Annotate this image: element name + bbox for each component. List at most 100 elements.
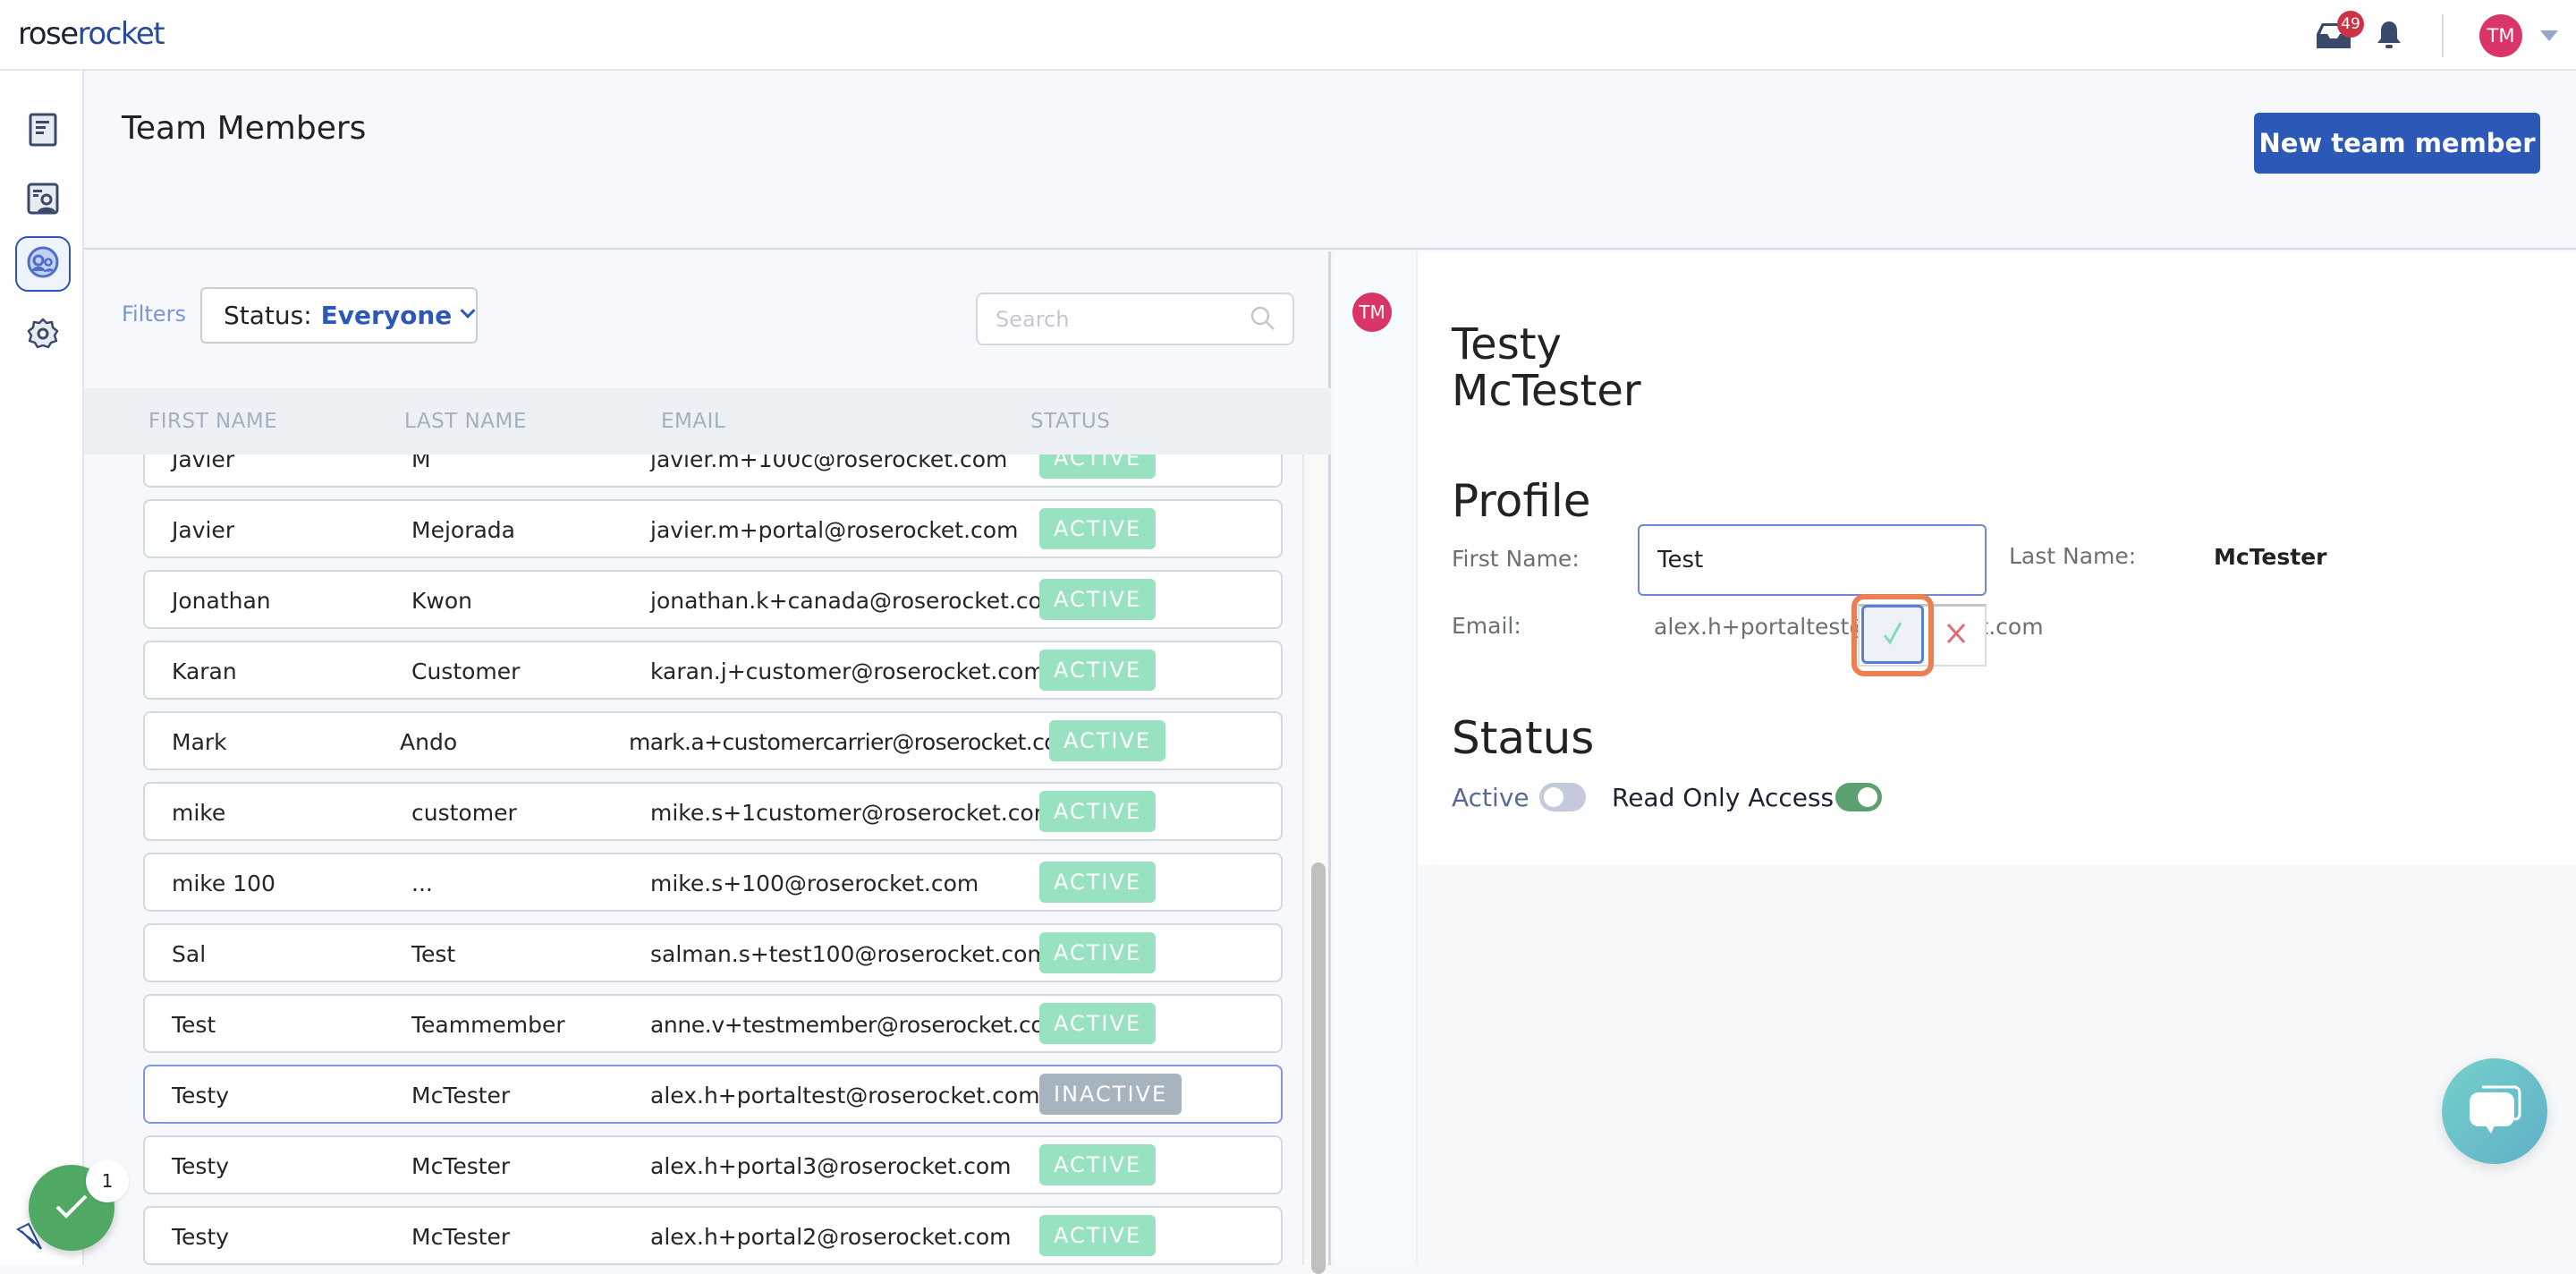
profile-section-title: Profile [1452,475,1591,527]
status-badge: INACTIVE [1039,1074,1182,1115]
cell-last-name: Ando [400,729,458,755]
cell-last-name: Test [411,941,456,967]
user-avatar[interactable]: TM [2479,14,2522,57]
cell-email: karan.j+customer@roserocket.com [650,658,1046,684]
scrollbar-thumb[interactable] [1311,862,1326,1274]
cell-first-name: Javier [172,517,235,543]
cell-first-name: Sal [172,941,207,967]
detail-rail: TM [1334,251,1418,1265]
cell-email: anne.v+testmember@roserocket.com [650,1012,1066,1038]
table-row[interactable]: mike 100 ... mike.s+100@roserocket.com A… [143,853,1283,912]
toggle-knob [1544,787,1563,807]
status-badge: ACTIVE [1039,1215,1157,1256]
cell-last-name: ... [411,871,433,896]
status-badge: ACTIVE [1039,579,1157,620]
status-badge: ACTIVE [1039,862,1157,903]
member-first-name-heading: Testy [1452,319,1562,369]
notifications-bell-icon[interactable] [2376,20,2402,50]
table-row[interactable]: Javier Mejorada javier.m+portal@roserock… [143,499,1283,558]
cell-last-name: McTester [411,1153,511,1179]
cell-last-name: Customer [411,658,521,684]
logo-text-rocket: rocket [77,16,165,52]
table-row[interactable]: Javier M javier.m+100c@roserocket.com AC… [143,454,1283,488]
cell-last-name: McTester [411,1224,511,1250]
sidebar-item-contacts[interactable] [15,173,71,228]
cell-email: alex.h+portal3@roserocket.com [650,1153,1012,1179]
team-members-list-pane: Filters Status: Everyone FIRST NAME LAST… [84,251,1331,1274]
read-only-access-toggle[interactable] [1835,783,1882,811]
status-section-title: Status [1452,712,1595,764]
table-header: FIRST NAME LAST NAME EMAIL STATUS [84,388,1331,454]
table-row[interactable]: Test Teammember anne.v+testmember@rosero… [143,994,1283,1053]
inbox-count-badge: 49 [2337,11,2364,38]
status-badge: ACTIVE [1049,720,1166,761]
cancel-edit-button[interactable] [1936,616,1976,655]
table-row[interactable]: Sal Test salman.s+test100@roserocket.com… [143,923,1283,982]
cell-last-name: Teammember [411,1012,565,1038]
table-row[interactable]: Mark Ando mark.a+customercarrier@roseroc… [143,711,1283,770]
cell-first-name: mike 100 [172,871,275,896]
column-header-first-name[interactable]: FIRST NAME [148,410,277,433]
chat-bubble-icon [2468,1083,2521,1139]
toggle-knob [1858,787,1877,807]
first-name-label: First Name: [1452,546,1580,572]
cell-last-name: M [411,454,431,472]
table-row[interactable]: mike customer mike.s+1customer@roserocke… [143,782,1283,841]
column-header-status[interactable]: STATUS [1030,410,1110,433]
cell-email: javier.m+portal@roserocket.com [650,517,1019,543]
cell-first-name: Mark [172,729,227,755]
chevron-down-icon [460,302,476,318]
table-row[interactable]: Jonathan Kwon jonathan.k+canada@roserock… [143,570,1283,629]
search-icon[interactable] [1250,305,1276,335]
table-row[interactable]: Testy McTester alex.h+portal2@roserocket… [143,1206,1283,1265]
cell-email: mike.s+100@roserocket.com [650,871,979,896]
roserocket-logo[interactable]: roserocket [18,16,165,52]
cell-email: javier.m+100c@roserocket.com [650,454,1008,472]
top-bar: roserocket 49 TM [0,0,2576,71]
cell-email: jonathan.k+canada@roserocket.com [650,588,1064,614]
cell-first-name: Testy [172,1083,230,1108]
team-members-table-body: Javier M javier.m+100c@roserocket.com AC… [84,454,1331,1265]
cell-first-name: Testy [172,1153,230,1179]
status-badge: ACTIVE [1039,454,1157,479]
user-menu-caret-icon[interactable] [2540,30,2558,41]
first-name-input[interactable] [1638,524,1987,596]
active-toggle-label: Active [1452,783,1530,812]
detail-panel-footer-area [1418,864,2576,1265]
status-badge: ACTIVE [1039,1144,1157,1185]
page-title: Team Members [122,110,367,147]
search-input[interactable] [996,305,1237,334]
member-last-name-heading: McTester [1452,366,1641,416]
sidebar-item-orders[interactable] [15,104,71,159]
confirm-edit-button[interactable] [1861,605,1924,664]
column-header-last-name[interactable]: LAST NAME [404,410,527,433]
table-row[interactable]: Testy McTester alex.h+portal3@roserocket… [143,1135,1283,1194]
member-avatar: TM [1352,293,1392,332]
active-toggle[interactable] [1539,783,1586,811]
contact-card-icon [27,183,59,218]
status-filter-dropdown[interactable]: Status: Everyone [200,287,478,344]
new-team-member-button[interactable]: New team member [2254,113,2540,174]
chat-support-button[interactable] [2442,1058,2547,1164]
page-header: Team Members New team member [84,71,2576,250]
list-scrollbar[interactable] [1302,454,1327,1274]
table-row[interactable]: Karan Customer karan.j+customer@roserock… [143,641,1283,700]
cell-first-name: Jonathan [172,588,271,614]
status-filter-value: Everyone [320,301,453,330]
checkmark-icon [1881,619,1904,650]
team-icon [27,246,59,282]
sidebar-item-team-members[interactable] [15,236,71,292]
cell-last-name: customer [411,800,517,826]
table-row-selected[interactable]: Testy McTester alex.h+portaltest@roseroc… [143,1065,1283,1124]
sidebar-item-settings[interactable] [15,308,71,363]
cell-first-name: Karan [172,658,237,684]
cell-email: mark.a+customercarrier@roserocket.com [629,729,1079,755]
search-field[interactable] [976,293,1294,345]
cell-first-name: Test [172,1012,216,1038]
column-header-email[interactable]: EMAIL [661,410,725,433]
cell-last-name: McTester [411,1083,511,1108]
cell-email: alex.h+portaltest@roserocket.com [650,1083,1040,1108]
cell-first-name: mike [172,800,226,826]
last-name-label: Last Name: [2009,543,2137,569]
cell-email: alex.h+portal2@roserocket.com [650,1224,1012,1250]
